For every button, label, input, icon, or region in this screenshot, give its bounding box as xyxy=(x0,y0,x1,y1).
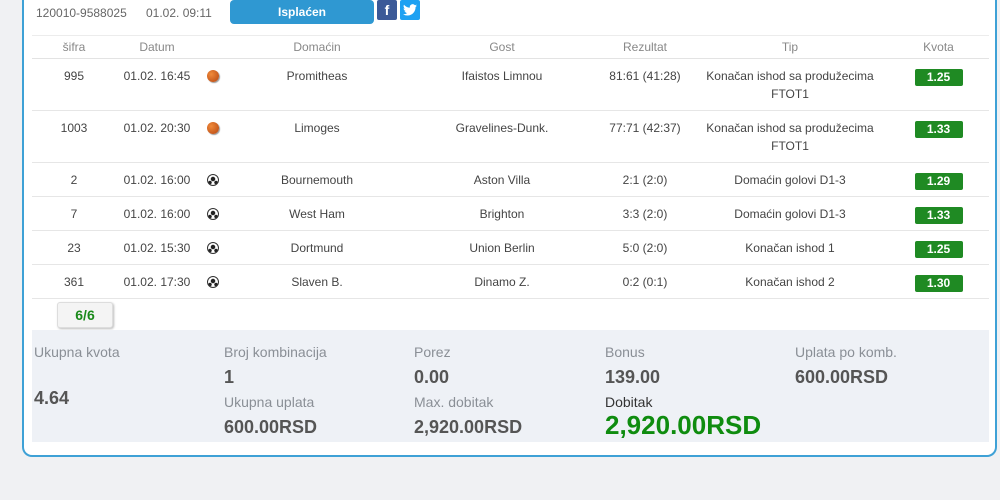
table-header-row: šifra Datum Domaćin Gost Rezultat Tip Kv… xyxy=(32,35,989,59)
row-result: 2:1 (2:0) xyxy=(598,162,692,197)
table-row[interactable]: 2 01.02. 16:00 Bournemouth Aston Villa 2… xyxy=(32,162,989,197)
table-row[interactable]: 7 01.02. 16:00 West Ham Brighton 3:3 (2:… xyxy=(32,196,989,231)
bonus-label: Bonus xyxy=(605,344,645,360)
basketball-icon xyxy=(207,70,219,82)
odds-badge: 1.25 xyxy=(914,241,963,258)
row-code: 1003 xyxy=(32,110,116,163)
soccer-ball-icon xyxy=(207,242,219,254)
tax-label: Porez xyxy=(414,344,451,360)
row-home: Slaven B. xyxy=(228,264,406,299)
win-value: 2,920.00RSD xyxy=(605,410,762,440)
win-label: Dobitak xyxy=(605,394,653,410)
row-result: 81:61 (41:28) xyxy=(598,58,692,111)
col-home-header: Domaćin xyxy=(228,35,406,59)
row-result: 5:0 (2:0) xyxy=(598,230,692,265)
combinations-value: 1 xyxy=(224,367,235,387)
row-tip: Konačan ishod 2 xyxy=(692,264,888,299)
max-win-label: Max. dobitak xyxy=(414,394,494,410)
twitter-icon[interactable] xyxy=(400,0,420,20)
soccer-ball-icon xyxy=(207,208,219,220)
row-home: Limoges xyxy=(228,110,406,163)
row-home: Bournemouth xyxy=(228,162,406,197)
col-date-header: Datum xyxy=(116,35,198,59)
table-row[interactable]: 361 01.02. 17:30 Slaven B. Dinamo Z. 0:2… xyxy=(32,264,989,299)
odds-badge: 1.33 xyxy=(914,207,963,224)
ticket-summary: Ukupna kvota 4.64 Broj kombinacija 1 Uku… xyxy=(32,330,989,442)
bonus-value: 139.00 xyxy=(605,367,661,387)
row-home: West Ham xyxy=(228,196,406,231)
row-code: 995 xyxy=(32,58,116,111)
tax-value: 0.00 xyxy=(414,367,450,387)
ticket-id: 120010-9588025 xyxy=(36,6,127,20)
row-home: Dortmund xyxy=(228,230,406,265)
total-odds-label: Ukupna kvota xyxy=(34,344,120,360)
col-code-header: šifra xyxy=(32,35,116,59)
ticket-header: 120010-9588025 01.02. 09:11 Isplaćen f xyxy=(24,0,995,28)
row-tip: Domaćin golovi D1-3 xyxy=(692,196,888,231)
soccer-ball-icon xyxy=(207,276,219,288)
ticket-date: 01.02. 09:11 xyxy=(146,6,212,20)
match-count-badge: 6/6 xyxy=(57,302,113,328)
row-away: Union Berlin xyxy=(406,230,598,265)
odds-badge: 1.30 xyxy=(914,275,963,292)
table-row[interactable]: 23 01.02. 15:30 Dortmund Union Berlin 5:… xyxy=(32,230,989,265)
row-away: Dinamo Z. xyxy=(406,264,598,299)
odds-badge: 1.25 xyxy=(914,69,963,86)
row-result: 77:71 (42:37) xyxy=(598,110,692,163)
stake-per-comb-label: Uplata po komb. xyxy=(795,344,897,360)
total-stake-value: 600.00RSD xyxy=(224,417,318,437)
table-row[interactable]: 1003 01.02. 20:30 Limoges Gravelines-Dun… xyxy=(32,110,989,163)
row-tip: Konačan ishod sa produžecima FTOT1 xyxy=(692,58,888,111)
status-button[interactable]: Isplaćen xyxy=(230,0,374,24)
row-date: 01.02. 16:45 xyxy=(116,58,198,111)
col-result-header: Rezultat xyxy=(598,35,692,59)
row-code: 7 xyxy=(32,196,116,231)
row-away: Aston Villa xyxy=(406,162,598,197)
row-away: Brighton xyxy=(406,196,598,231)
row-code: 23 xyxy=(32,230,116,265)
total-odds-value: 4.64 xyxy=(34,388,70,408)
ticket-card: 120010-9588025 01.02. 09:11 Isplaćen f š… xyxy=(22,0,997,457)
basketball-icon xyxy=(207,122,219,134)
row-date: 01.02. 15:30 xyxy=(116,230,198,265)
col-odds-header: Kvota xyxy=(888,35,989,59)
row-result: 3:3 (2:0) xyxy=(598,196,692,231)
row-date: 01.02. 16:00 xyxy=(116,162,198,197)
row-tip: Konačan ishod sa produžecima FTOT1 xyxy=(692,110,888,163)
row-code: 2 xyxy=(32,162,116,197)
row-tip: Konačan ishod 1 xyxy=(692,230,888,265)
row-code: 361 xyxy=(32,264,116,299)
combinations-label: Broj kombinacija xyxy=(224,344,327,360)
row-result: 0:2 (0:1) xyxy=(598,264,692,299)
row-date: 01.02. 17:30 xyxy=(116,264,198,299)
stake-per-comb-value: 600.00RSD xyxy=(795,367,889,387)
col-tip-header: Tip xyxy=(692,35,888,59)
row-away: Gravelines-Dunk. xyxy=(406,110,598,163)
row-date: 01.02. 20:30 xyxy=(116,110,198,163)
row-away: Ifaistos Limnou xyxy=(406,58,598,111)
table-row[interactable]: 995 01.02. 16:45 Promitheas Ifaistos Lim… xyxy=(32,58,989,111)
soccer-ball-icon xyxy=(207,174,219,186)
col-sport-header xyxy=(198,35,228,59)
odds-badge: 1.33 xyxy=(914,121,963,138)
facebook-icon[interactable]: f xyxy=(377,0,397,20)
row-tip: Domaćin golovi D1-3 xyxy=(692,162,888,197)
col-away-header: Gost xyxy=(406,35,598,59)
matches-table: šifra Datum Domaćin Gost Rezultat Tip Kv… xyxy=(32,35,989,299)
odds-badge: 1.29 xyxy=(914,173,963,190)
row-home: Promitheas xyxy=(228,58,406,111)
total-stake-label: Ukupna uplata xyxy=(224,394,315,410)
row-date: 01.02. 16:00 xyxy=(116,196,198,231)
max-win-value: 2,920.00RSD xyxy=(414,417,523,437)
